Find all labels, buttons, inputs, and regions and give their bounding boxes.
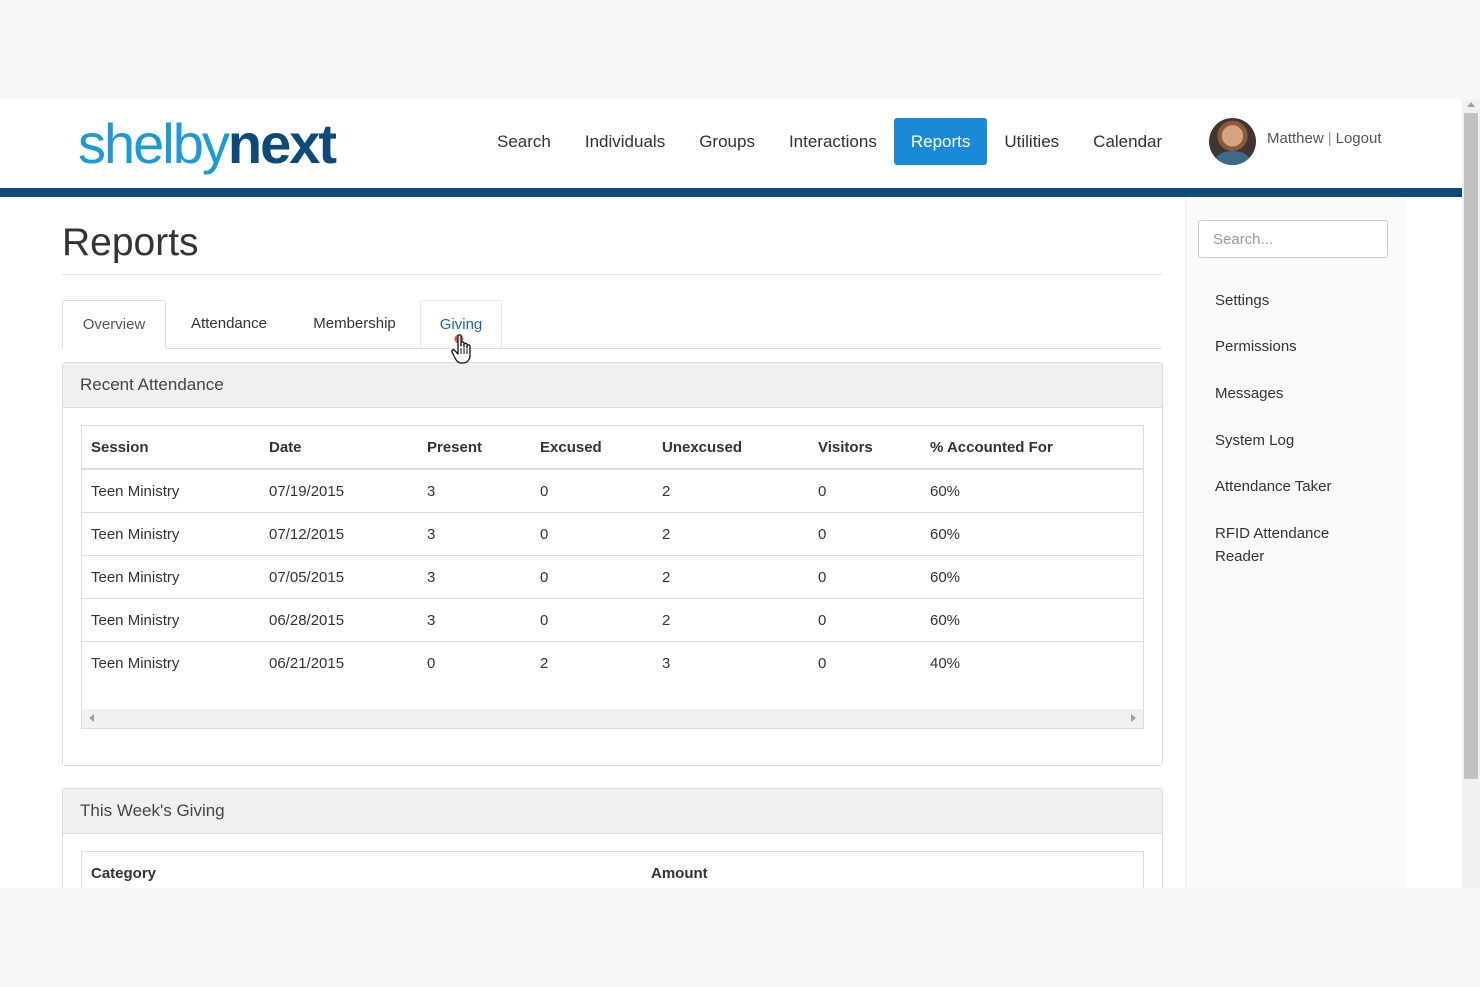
- cell-unexcused: 2: [653, 555, 809, 599]
- table-row: Teen Ministry 06/28/2015 3 0 2 0 60%: [82, 598, 1143, 642]
- sidebar-item-attendance-taker[interactable]: Attendance Taker: [1215, 475, 1385, 498]
- sidebar-item-permissions[interactable]: Permissions: [1215, 335, 1385, 358]
- col-unexcused: Unexcused: [653, 426, 809, 470]
- cell-accounted-for: 60%: [921, 469, 1143, 513]
- cell-accounted-for: 60%: [921, 555, 1143, 599]
- nav-groups[interactable]: Groups: [682, 118, 772, 165]
- col-session: Session: [82, 426, 260, 470]
- cell-unexcused: 2: [653, 469, 809, 513]
- cell-accounted-for: 40%: [930, 654, 961, 672]
- cell-excused: 0: [531, 555, 653, 599]
- nav-individuals[interactable]: Individuals: [568, 118, 682, 165]
- cell-session: Teen Ministry: [82, 555, 260, 599]
- scrollbar-thumb[interactable]: [1464, 113, 1478, 779]
- cell-excused: 0: [531, 598, 653, 642]
- table-horizontal-scrollbar[interactable]: [82, 709, 1143, 728]
- nav-calendar[interactable]: Calendar: [1076, 118, 1179, 165]
- report-tabs-bar: Overview Attendance Membership Giving: [62, 300, 1162, 349]
- cell-unexcused: 2: [653, 598, 809, 642]
- sidebar-item-rfid-attendance-reader[interactable]: RFID Attendance Reader: [1215, 522, 1355, 568]
- col-date: Date: [260, 426, 418, 470]
- sidebar-item-messages[interactable]: Messages: [1215, 382, 1385, 405]
- attendance-table-container: Session Date Present Excused Unexcused V…: [81, 425, 1144, 729]
- scroll-up-arrow-icon[interactable]: [1467, 102, 1475, 107]
- recent-attendance-heading: Recent Attendance: [63, 363, 1162, 408]
- browser-viewport: shelbynext Search Individuals Groups Int…: [0, 99, 1480, 888]
- main-nav: Search Individuals Groups Interactions R…: [480, 118, 1179, 165]
- cell-session: Teen Ministry: [82, 598, 260, 642]
- giving-table: Category Amount: [82, 852, 1143, 888]
- giving-header-row: Category Amount: [82, 852, 1143, 888]
- table-row: Teen Ministry 07/05/2015 3 0 2 0 60%: [82, 555, 1143, 599]
- user-avatar[interactable]: [1209, 118, 1256, 165]
- tab-overview[interactable]: Overview: [62, 300, 166, 349]
- table-row: Teen Ministry 06/21/2015 0 2 3 0 40%: [82, 642, 1143, 685]
- logo-text-next: next: [227, 112, 337, 175]
- tab-membership[interactable]: Membership: [297, 300, 412, 347]
- col-category: Category: [82, 852, 642, 888]
- col-visitors: Visitors: [809, 426, 921, 470]
- cell-unexcused: 3: [662, 654, 671, 672]
- scroll-left-arrow-icon[interactable]: [89, 714, 94, 722]
- sidebar-search-input[interactable]: [1198, 220, 1388, 258]
- hand-pointer-cursor-icon: [451, 334, 471, 364]
- cell-unexcused: 2: [653, 512, 809, 556]
- col-excused: Excused: [531, 426, 653, 470]
- table-row: Teen Ministry 07/12/2015 3 0 2 0 60%: [82, 512, 1143, 556]
- recent-attendance-panel: Recent Attendance Session Date Present E…: [62, 362, 1163, 766]
- cell-session: Teen Ministry: [91, 654, 180, 672]
- attendance-header-row: Session Date Present Excused Unexcused V…: [82, 426, 1143, 470]
- scroll-right-arrow-icon[interactable]: [1131, 714, 1136, 722]
- cell-session: Teen Ministry: [82, 512, 260, 556]
- weekly-giving-panel: This Week's Giving Category Amount: [62, 788, 1163, 888]
- nav-search[interactable]: Search: [480, 118, 568, 165]
- app-header: shelbynext Search Individuals Groups Int…: [0, 99, 1462, 188]
- tab-attendance[interactable]: Attendance: [174, 300, 284, 347]
- user-links-separator: |: [1327, 130, 1332, 147]
- page-vertical-scrollbar[interactable]: [1462, 99, 1480, 888]
- title-divider: [62, 274, 1162, 275]
- weekly-giving-heading: This Week's Giving: [63, 789, 1162, 834]
- col-present: Present: [418, 426, 531, 470]
- nav-utilities[interactable]: Utilities: [987, 118, 1076, 165]
- cell-visitors: 0: [809, 598, 921, 642]
- col-amount: Amount: [642, 852, 1143, 888]
- user-links: Matthew | Logout: [1267, 130, 1382, 147]
- giving-table-container: Category Amount: [81, 851, 1144, 888]
- cell-date: 06/21/2015: [269, 654, 345, 672]
- cell-date: 07/05/2015: [260, 555, 418, 599]
- cell-visitors: 0: [809, 512, 921, 556]
- cell-session: Teen Ministry: [82, 469, 260, 513]
- sidebar-item-settings[interactable]: Settings: [1215, 289, 1385, 312]
- cell-accounted-for: 60%: [921, 598, 1143, 642]
- cell-present: 0: [427, 654, 436, 672]
- page-title: Reports: [62, 221, 199, 264]
- cell-excused: 0: [531, 469, 653, 513]
- nav-interactions[interactable]: Interactions: [772, 118, 894, 165]
- col-accounted-for: % Accounted For: [921, 426, 1143, 470]
- cell-date: 06/28/2015: [260, 598, 418, 642]
- cell-date: 07/19/2015: [260, 469, 418, 513]
- shelbynext-logo[interactable]: shelbynext: [78, 112, 337, 175]
- cell-visitors: 0: [818, 654, 827, 672]
- cell-visitors: 0: [809, 555, 921, 599]
- cell-present: 3: [418, 512, 531, 556]
- logout-link[interactable]: Logout: [1336, 130, 1382, 147]
- cell-present: 3: [418, 598, 531, 642]
- cell-date: 07/12/2015: [260, 512, 418, 556]
- cell-excused: 0: [531, 512, 653, 556]
- cell-present: 3: [418, 469, 531, 513]
- cell-accounted-for: 60%: [921, 512, 1143, 556]
- sidebar-item-system-log[interactable]: System Log: [1215, 429, 1385, 452]
- cell-visitors: 0: [809, 469, 921, 513]
- table-row: Teen Ministry 07/19/2015 3 0 2 0 60%: [82, 469, 1143, 513]
- header-accent-bar: [0, 188, 1462, 197]
- logo-text-shelby: shelby: [78, 112, 230, 175]
- cell-excused: 2: [540, 654, 549, 672]
- cell-present: 3: [418, 555, 531, 599]
- attendance-table: Session Date Present Excused Unexcused V…: [82, 426, 1143, 684]
- right-sidebar: Settings Permissions Messages System Log…: [1185, 197, 1406, 888]
- nav-reports[interactable]: Reports: [893, 118, 988, 165]
- user-name-link[interactable]: Matthew: [1267, 130, 1324, 147]
